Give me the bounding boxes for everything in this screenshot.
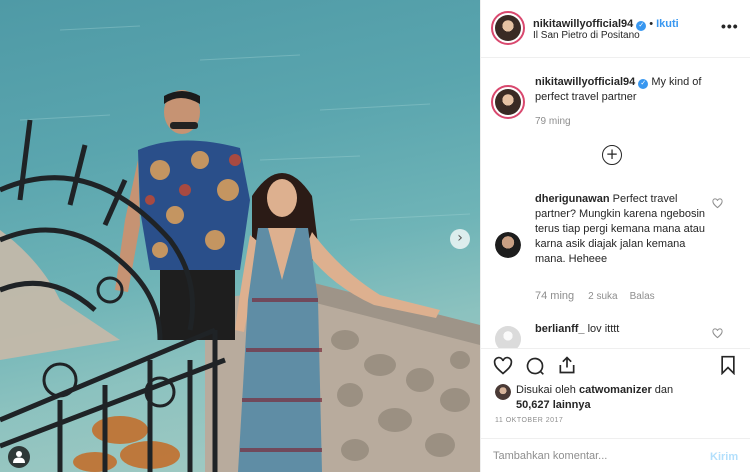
post-date[interactable]: 11 OKTOBER 2017: [495, 417, 563, 424]
caption-avatar[interactable]: [491, 85, 525, 119]
separator-dot: •: [649, 18, 654, 30]
photo-illustration: [0, 25, 480, 472]
comment-author[interactable]: berlianff_: [535, 323, 585, 335]
post-photo[interactable]: ›: [0, 0, 480, 472]
comment-likes[interactable]: 2 suka: [588, 291, 617, 302]
verified-badge-icon: ✓: [638, 79, 649, 89]
post-header: nikitawillyofficial94 ✓ • Ikuti Il San Piet…: [481, 0, 750, 58]
caption: nikitawillyofficial94 ✓ My kind of perfec…: [535, 75, 735, 105]
comment-input[interactable]: [493, 447, 693, 465]
like-heart-icon[interactable]: [493, 356, 513, 376]
comment-item: berlianff_ lov itttt: [535, 322, 713, 337]
comments-list[interactable]: nikitawillyofficial94 ✓ My kind of perfec…: [481, 58, 750, 348]
likes-prefix: Disukai oleh: [516, 384, 576, 396]
avatar-image: [495, 232, 521, 258]
user-icon: [13, 451, 25, 463]
comment-bubble-icon[interactable]: [525, 356, 545, 376]
heart-icon[interactable]: [712, 198, 723, 209]
comment-author[interactable]: dherigunawan: [535, 193, 610, 205]
tagged-users-button[interactable]: [8, 446, 30, 468]
post-comment-button[interactable]: Kirim: [710, 451, 738, 463]
next-photo-button[interactable]: ›: [450, 229, 470, 249]
bookmark-icon[interactable]: [719, 355, 737, 375]
likes-summary: Disukai oleh catwomanizer dan 50,627 lai…: [516, 383, 673, 413]
likes-and: dan: [654, 384, 674, 396]
caption-author[interactable]: nikitawillyofficial94: [535, 76, 635, 88]
avatar-image: [495, 15, 521, 41]
avatar-image: [495, 384, 511, 400]
post-actions: Disukai oleh catwomanizer dan 50,627 lai…: [481, 348, 750, 430]
liker-username[interactable]: catwomanizer: [579, 384, 652, 396]
reply-button[interactable]: Balas: [630, 291, 655, 302]
man-figure: [115, 90, 250, 340]
heart-icon[interactable]: [712, 328, 723, 339]
follow-button[interactable]: Ikuti: [656, 18, 679, 30]
caption-age[interactable]: 79 ming: [535, 116, 571, 127]
comment-avatar[interactable]: [495, 232, 521, 258]
post-details-panel: nikitawillyofficial94 ✓ • Ikuti Il San Piet…: [480, 0, 750, 472]
share-icon[interactable]: [557, 355, 577, 375]
avatar-image: [495, 89, 521, 115]
comment-text: lov itttt: [587, 323, 620, 335]
author-avatar[interactable]: [491, 11, 525, 45]
comment-avatar[interactable]: [495, 326, 521, 348]
author-username[interactable]: nikitawillyofficial94: [533, 18, 633, 30]
comment-item: dherigunawan Perfect travel partner? Mun…: [535, 192, 713, 267]
avatar-image: [495, 326, 521, 348]
comment-age[interactable]: 74 ming: [535, 290, 574, 302]
liker-avatar[interactable]: [495, 384, 511, 400]
load-more-comments-button[interactable]: +: [602, 145, 622, 165]
more-horizontal-icon[interactable]: •••: [721, 18, 739, 34]
post-location[interactable]: Il San Pietro di Positano: [533, 30, 640, 41]
likes-count[interactable]: 50,627 lainnya: [516, 399, 591, 411]
comment-meta: 74 ming 2 suka Balas: [535, 290, 667, 302]
add-comment-bar: Kirim: [481, 438, 750, 472]
